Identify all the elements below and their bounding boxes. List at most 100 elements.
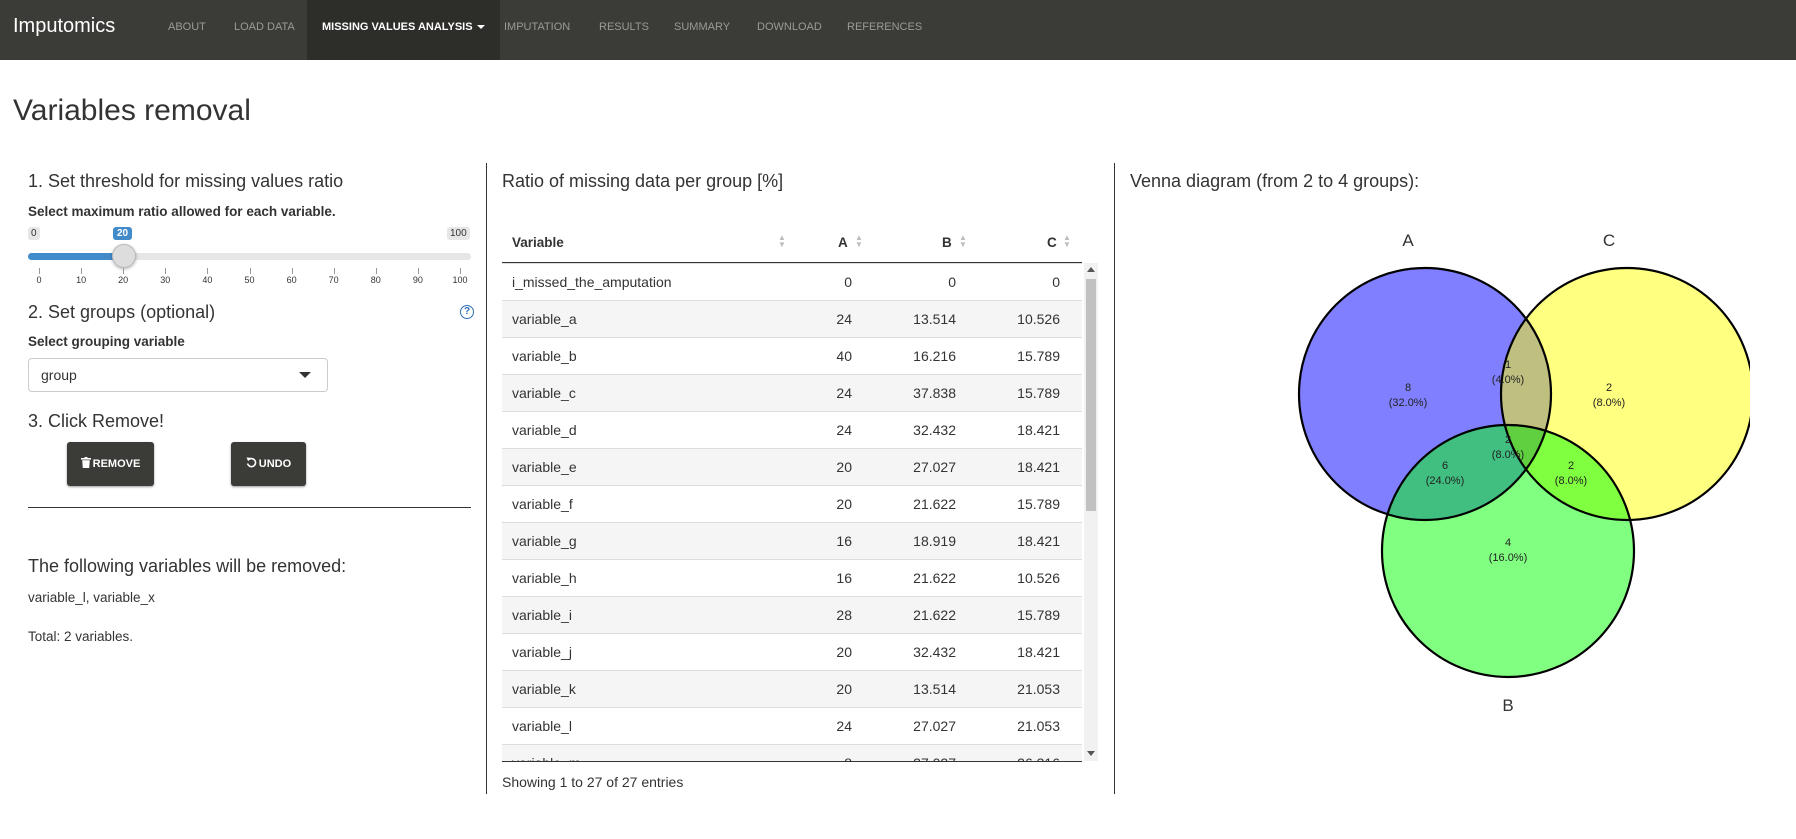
- nav-missing-values-label: MISSING VALUES ANALYSIS: [322, 21, 473, 33]
- table-body[interactable]: i_missed_the_amputation 0 0 0 variable_a 24 13…: [502, 263, 1082, 762]
- table-scrollbar[interactable]: [1084, 263, 1098, 761]
- nav-references[interactable]: REFERENCES: [847, 0, 922, 60]
- table-row[interactable]: variable_i 28 21.622 15.789: [502, 596, 1082, 634]
- nav-about[interactable]: ABOUT: [168, 0, 206, 60]
- slider-tick-label: 90: [412, 275, 423, 285]
- scroll-up-arrow[interactable]: [1087, 267, 1095, 272]
- removed-variables: variable_l, variable_x: [28, 590, 155, 605]
- table-header: Variable ▲ ▼ A ▲ ▼ B ▲ ▼ C ▲ ▼: [502, 225, 1082, 263]
- cell-c: 10.526: [1017, 311, 1060, 327]
- table-row[interactable]: variable_e 20 27.027 18.421: [502, 448, 1082, 486]
- threshold-slider[interactable]: [28, 253, 471, 260]
- table-row[interactable]: variable_f 20 21.622 15.789: [502, 485, 1082, 523]
- help-icon[interactable]: ?: [460, 305, 474, 319]
- sort-icon[interactable]: ▲ ▼: [855, 234, 863, 249]
- nav-results[interactable]: RESULTS: [599, 0, 649, 60]
- nav-download[interactable]: DOWNLOAD: [757, 0, 822, 60]
- table-title: Ratio of missing data per group [%]: [502, 171, 784, 191]
- cell-variable: variable_i: [512, 607, 572, 623]
- venn-set-label-a: A: [1402, 231, 1414, 250]
- table-row[interactable]: variable_l 24 27.027 21.053: [502, 707, 1082, 745]
- cell-b: 21.622: [913, 607, 956, 623]
- cell-variable: variable_b: [512, 348, 577, 364]
- slider-tick: [123, 268, 125, 274]
- venn-region-ac-pct: (4.0%): [1492, 374, 1524, 386]
- sort-icon[interactable]: ▲ ▼: [1063, 234, 1071, 249]
- select-value: group: [41, 367, 77, 383]
- slider-tick-label: 100: [452, 275, 468, 285]
- cell-c: 21.053: [1017, 718, 1060, 734]
- cell-a: 24: [836, 311, 852, 327]
- slider-tick-label: 30: [160, 275, 171, 285]
- scroll-thumb[interactable]: [1086, 279, 1096, 511]
- undo-button[interactable]: UNDO: [231, 442, 306, 486]
- group-select-label: Select grouping variable: [28, 334, 185, 349]
- venn-region-abc-count: 2: [1505, 434, 1511, 446]
- column-header-b[interactable]: B: [942, 235, 952, 250]
- cell-b: 13.514: [913, 311, 956, 327]
- column-header-c[interactable]: C: [1047, 235, 1057, 250]
- scroll-down-arrow[interactable]: [1087, 751, 1095, 756]
- slider-tick-label: 80: [370, 275, 381, 285]
- cell-b: 37.838: [913, 385, 956, 401]
- grouping-variable-select[interactable]: group: [28, 358, 328, 392]
- table-row[interactable]: variable_d 24 32.432 18.421: [502, 411, 1082, 449]
- slider-value-label: 20: [113, 227, 133, 240]
- table-row[interactable]: variable_g 16 18.919 18.421: [502, 522, 1082, 560]
- column-header-variable[interactable]: Variable: [512, 235, 564, 250]
- table-row[interactable]: variable_h 16 21.622 10.526: [502, 559, 1082, 597]
- table-row[interactable]: variable_a 24 13.514 10.526: [502, 300, 1082, 338]
- cell-b: 27.027: [913, 718, 956, 734]
- venn-region-abc-pct: (8.0%): [1492, 449, 1524, 461]
- nav-load-data[interactable]: LOAD DATA: [234, 0, 295, 60]
- column-divider: [486, 163, 487, 794]
- cell-c: 21.053: [1017, 681, 1060, 697]
- cell-b: 27.027: [913, 459, 956, 475]
- slider-tick: [460, 268, 461, 274]
- venn-region-ab-pct: (24.0%): [1426, 475, 1465, 487]
- table-row[interactable]: variable_k 20 13.514 21.053: [502, 670, 1082, 708]
- cell-a: 24: [836, 385, 852, 401]
- slider-tick-label: 60: [286, 275, 297, 285]
- step3-title: 3. Click Remove!: [28, 411, 165, 431]
- sort-icon[interactable]: ▲ ▼: [959, 234, 967, 249]
- slider-tick: [417, 268, 419, 274]
- table-row[interactable]: variable_j 20 32.432 18.421: [502, 633, 1082, 671]
- cell-c: 18.421: [1017, 459, 1060, 475]
- table-row[interactable]: i_missed_the_amputation 0 0 0: [502, 263, 1082, 301]
- sort-icon[interactable]: ▲ ▼: [778, 234, 786, 249]
- venn-region-ab-count: 6: [1442, 460, 1448, 472]
- cell-a: 28: [836, 607, 852, 623]
- chevron-down-icon: [476, 25, 485, 30]
- cell-c: 26.316: [1017, 755, 1060, 761]
- cell-variable: variable_c: [512, 385, 576, 401]
- table-row[interactable]: variable_b 40 16.216 15.789: [502, 337, 1082, 375]
- slider-tick: [291, 268, 293, 274]
- cell-c: 15.789: [1017, 607, 1060, 623]
- slider-handle[interactable]: [112, 244, 136, 268]
- cell-a: 16: [836, 570, 852, 586]
- undo-icon: [246, 457, 257, 468]
- nav-missing-values-analysis[interactable]: MISSING VALUES ANALYSIS: [307, 0, 500, 60]
- cell-c: 15.789: [1017, 348, 1060, 364]
- cell-variable: variable_l: [512, 718, 572, 734]
- cell-variable: variable_j: [512, 644, 572, 660]
- venn-region-b-count: 4: [1505, 537, 1511, 549]
- venn-set-label-c: C: [1603, 231, 1615, 250]
- table-row[interactable]: variable_c 24 37.838 15.789: [502, 374, 1082, 412]
- cell-b: 0: [948, 274, 956, 290]
- venn-region-bc-pct: (8.0%): [1555, 475, 1587, 487]
- slider-tick: [375, 268, 377, 274]
- brand-logo[interactable]: Imputomics: [13, 15, 115, 38]
- column-header-a[interactable]: A: [838, 235, 848, 250]
- nav-summary[interactable]: SUMMARY: [674, 0, 730, 60]
- venn-title: Venna diagram (from 2 to 4 groups):: [1130, 171, 1420, 191]
- nav-imputation[interactable]: IMPUTATION: [504, 0, 570, 60]
- cell-variable: i_missed_the_amputation: [512, 274, 672, 290]
- cell-a: 20: [836, 459, 852, 475]
- table-row[interactable]: variable_m 8 27.027 26.316: [502, 744, 1082, 761]
- cell-a: 20: [836, 644, 852, 660]
- cell-c: 0: [1052, 274, 1060, 290]
- remove-button[interactable]: REMOVE: [67, 442, 154, 486]
- cell-variable: variable_k: [512, 681, 576, 697]
